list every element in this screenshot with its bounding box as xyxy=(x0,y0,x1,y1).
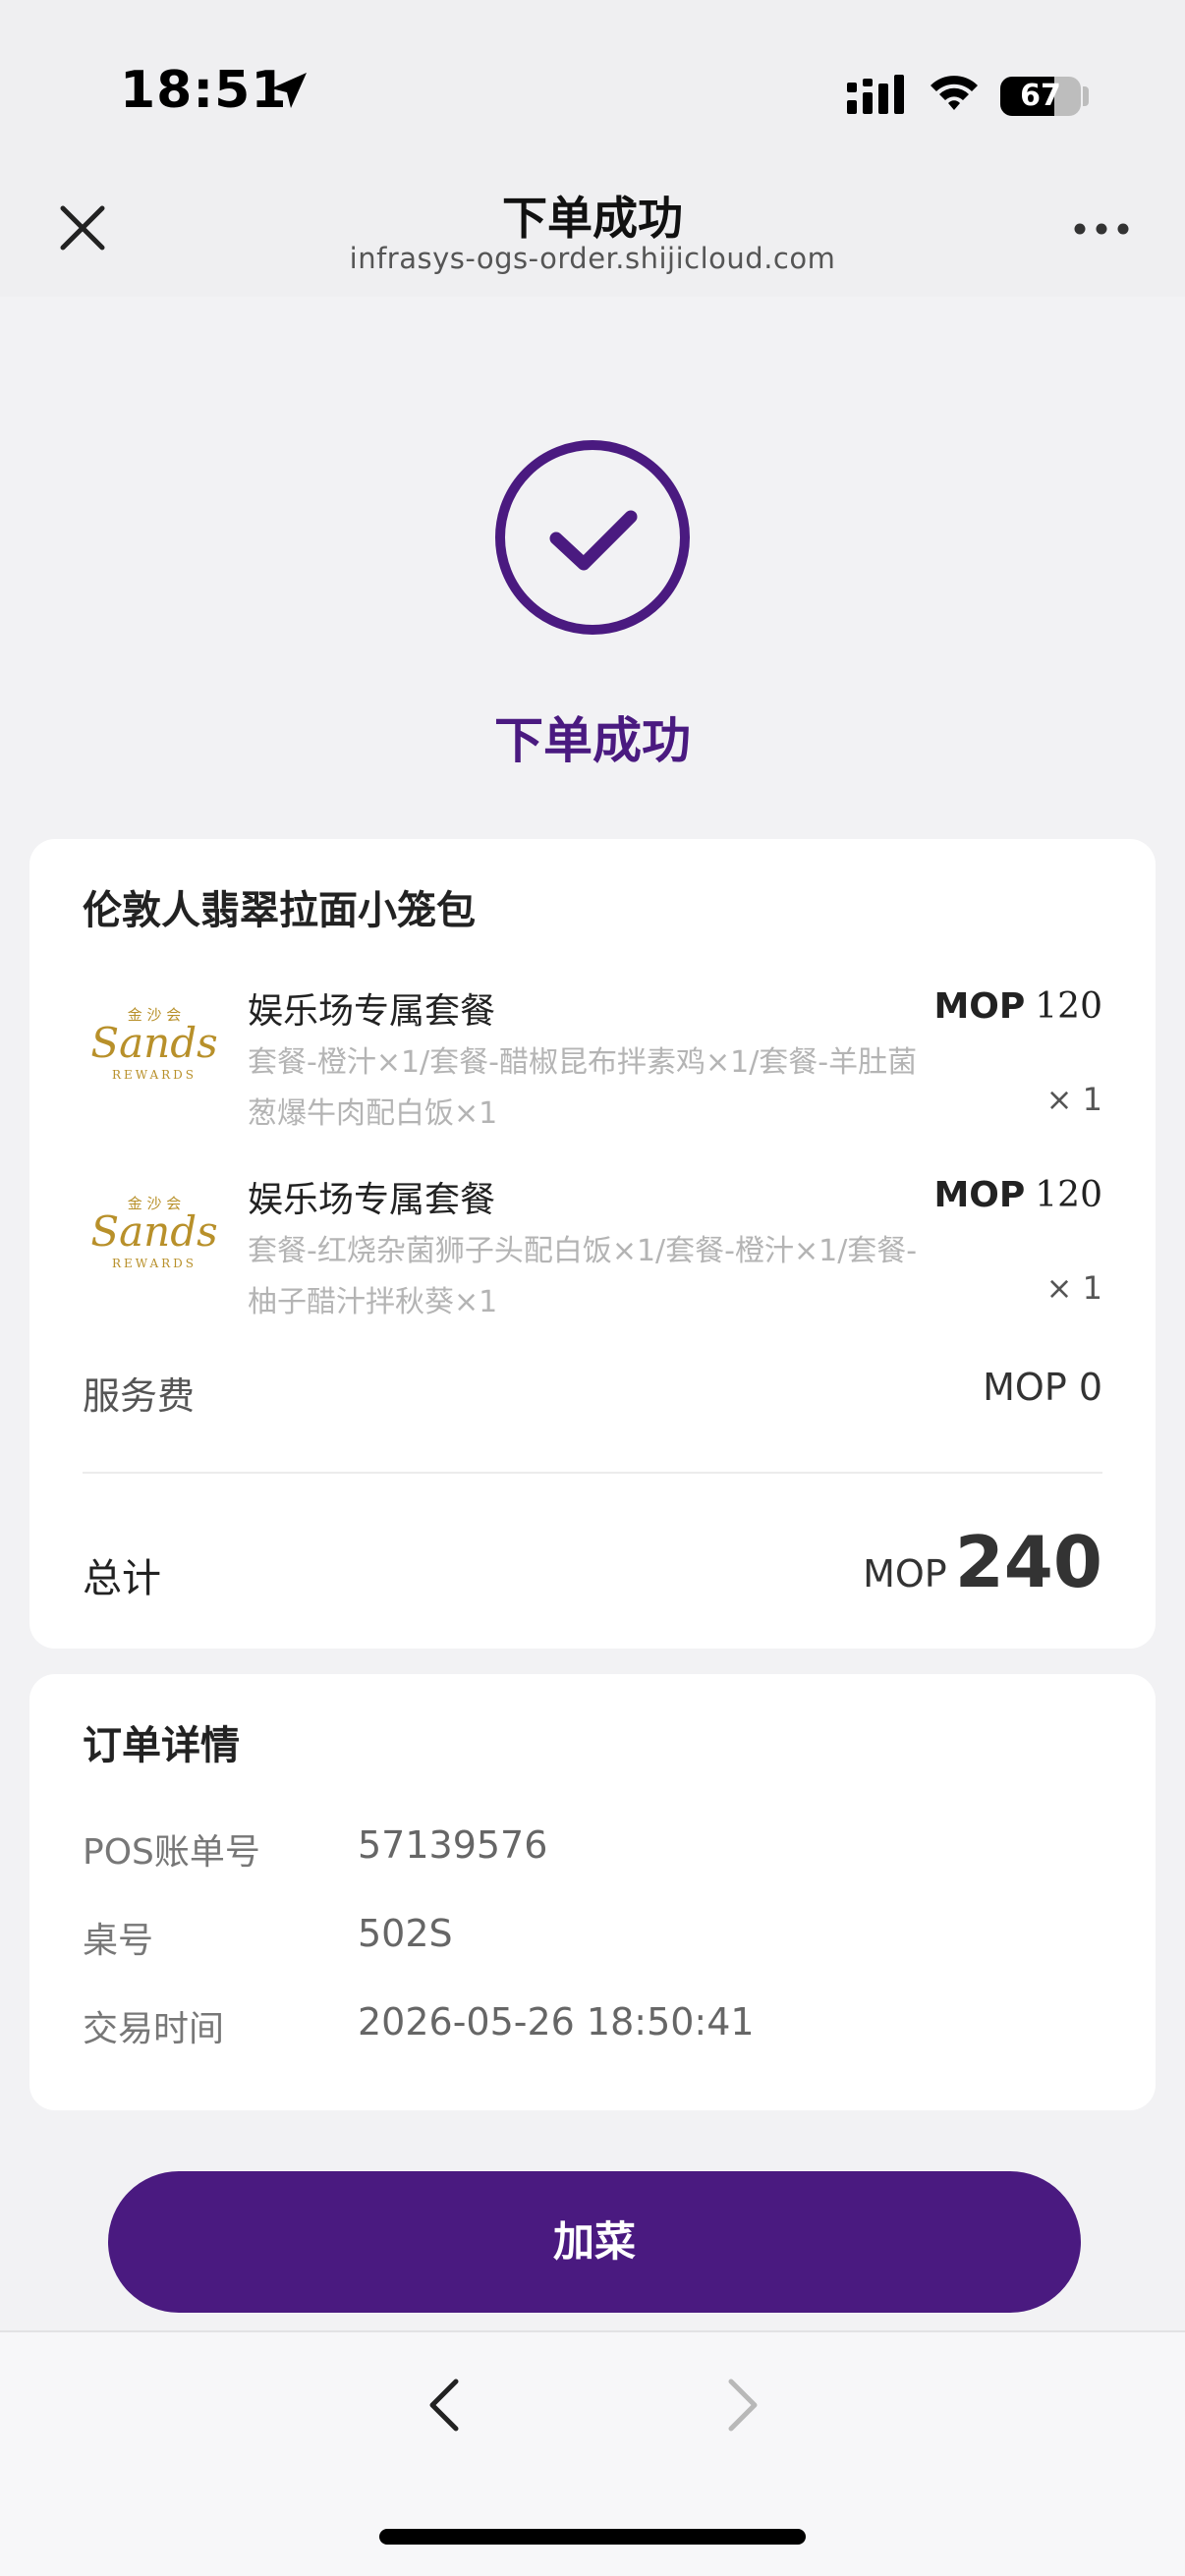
order-details-card: 订单详情 POS账单号 57139576 桌号 502S 交易时间 2026-0… xyxy=(29,1674,1156,2110)
detail-label: POS账单号 xyxy=(83,1832,260,1873)
divider xyxy=(83,1472,1102,1474)
list-item: 金 沙 会 Sands REWARDS 娱乐场专属套餐 套餐-红烧杂菌狮子头配白… xyxy=(29,1163,1156,1340)
sands-rewards-logo: 金 沙 会 Sands REWARDS xyxy=(90,1006,217,1082)
details-title: 订单详情 xyxy=(83,1723,240,1768)
detail-row-table: 桌号 502S xyxy=(83,1912,1104,1971)
item-currency: MOP xyxy=(933,1175,1026,1215)
success-message: 下单成功 xyxy=(494,712,691,769)
detail-row-pos: POS账单号 57139576 xyxy=(83,1823,1104,1882)
battery-indicator: 67 xyxy=(1000,77,1081,116)
detail-value: 2026-05-26 18:50:41 xyxy=(358,2000,755,2044)
item-name: 娱乐场专属套餐 xyxy=(248,1180,496,1220)
item-currency: MOP xyxy=(933,986,1026,1027)
detail-value: 57139576 xyxy=(358,1823,548,1867)
item-description: 套餐-红烧杂菌狮子头配白饭×1/套餐-橙汁×1/套餐-柚子醋汁拌秋葵×1 xyxy=(248,1234,918,1319)
item-price: MOP 120 xyxy=(933,986,1102,1027)
battery-percent: 67 xyxy=(1020,79,1061,113)
item-description: 套餐-橙汁×1/套餐-醋椒昆布拌素鸡×1/套餐-羊肚菌葱爆牛肉配白饭×1 xyxy=(248,1045,918,1131)
detail-label: 交易时间 xyxy=(83,2009,225,2049)
total-value: MOP 240 xyxy=(863,1521,1102,1603)
location-arrow-icon xyxy=(271,73,307,108)
battery-nub xyxy=(1083,86,1089,106)
item-quantity: × 1 xyxy=(1045,1269,1102,1307)
check-circle-icon xyxy=(495,440,690,635)
detail-row-time: 交易时间 2026-05-26 18:50:41 xyxy=(83,2000,1104,2059)
service-fee-label: 服务费 xyxy=(83,1374,196,1418)
sands-rewards-logo: 金 沙 会 Sands REWARDS xyxy=(90,1195,217,1270)
more-icon[interactable] xyxy=(1073,218,1130,240)
item-name: 娱乐场专属套餐 xyxy=(248,991,496,1032)
page-title: 下单成功 xyxy=(502,192,683,245)
status-time: 18:51 xyxy=(120,61,288,120)
add-dish-button[interactable]: 加菜 xyxy=(108,2171,1081,2313)
item-amount: 120 xyxy=(1035,986,1102,1027)
svg-text:Sands: Sands xyxy=(90,1207,217,1256)
service-fee-value: MOP 0 xyxy=(983,1366,1102,1409)
home-indicator[interactable] xyxy=(379,2529,806,2545)
item-amount: 120 xyxy=(1035,1175,1102,1215)
list-item: 金 沙 会 Sands REWARDS 娱乐场专属套餐 套餐-橙汁×1/套餐-醋… xyxy=(29,975,1156,1151)
detail-value: 502S xyxy=(358,1912,453,1955)
chevron-right-icon[interactable] xyxy=(721,2374,764,2436)
total-currency: MOP xyxy=(863,1552,947,1596)
item-price: MOP 120 xyxy=(933,1175,1102,1215)
page-url: infrasys-ogs-order.shijicloud.com xyxy=(349,242,836,275)
chevron-left-icon[interactable] xyxy=(423,2374,466,2436)
svg-text:REWARDS: REWARDS xyxy=(112,1068,197,1082)
detail-label: 桌号 xyxy=(83,1921,154,1961)
svg-text:REWARDS: REWARDS xyxy=(112,1257,197,1270)
order-summary-card: 伦敦人翡翠拉面小笼包 金 沙 会 Sands REWARDS 娱乐场专属套餐 套… xyxy=(29,839,1156,1649)
wifi-icon xyxy=(931,76,978,110)
svg-text:Sands: Sands xyxy=(90,1019,217,1067)
total-amount: 240 xyxy=(954,1521,1102,1603)
item-quantity: × 1 xyxy=(1045,1081,1102,1118)
total-label: 总计 xyxy=(83,1556,161,1601)
restaurant-name: 伦敦人翡翠拉面小笼包 xyxy=(83,888,476,933)
signal-icon xyxy=(847,75,904,114)
